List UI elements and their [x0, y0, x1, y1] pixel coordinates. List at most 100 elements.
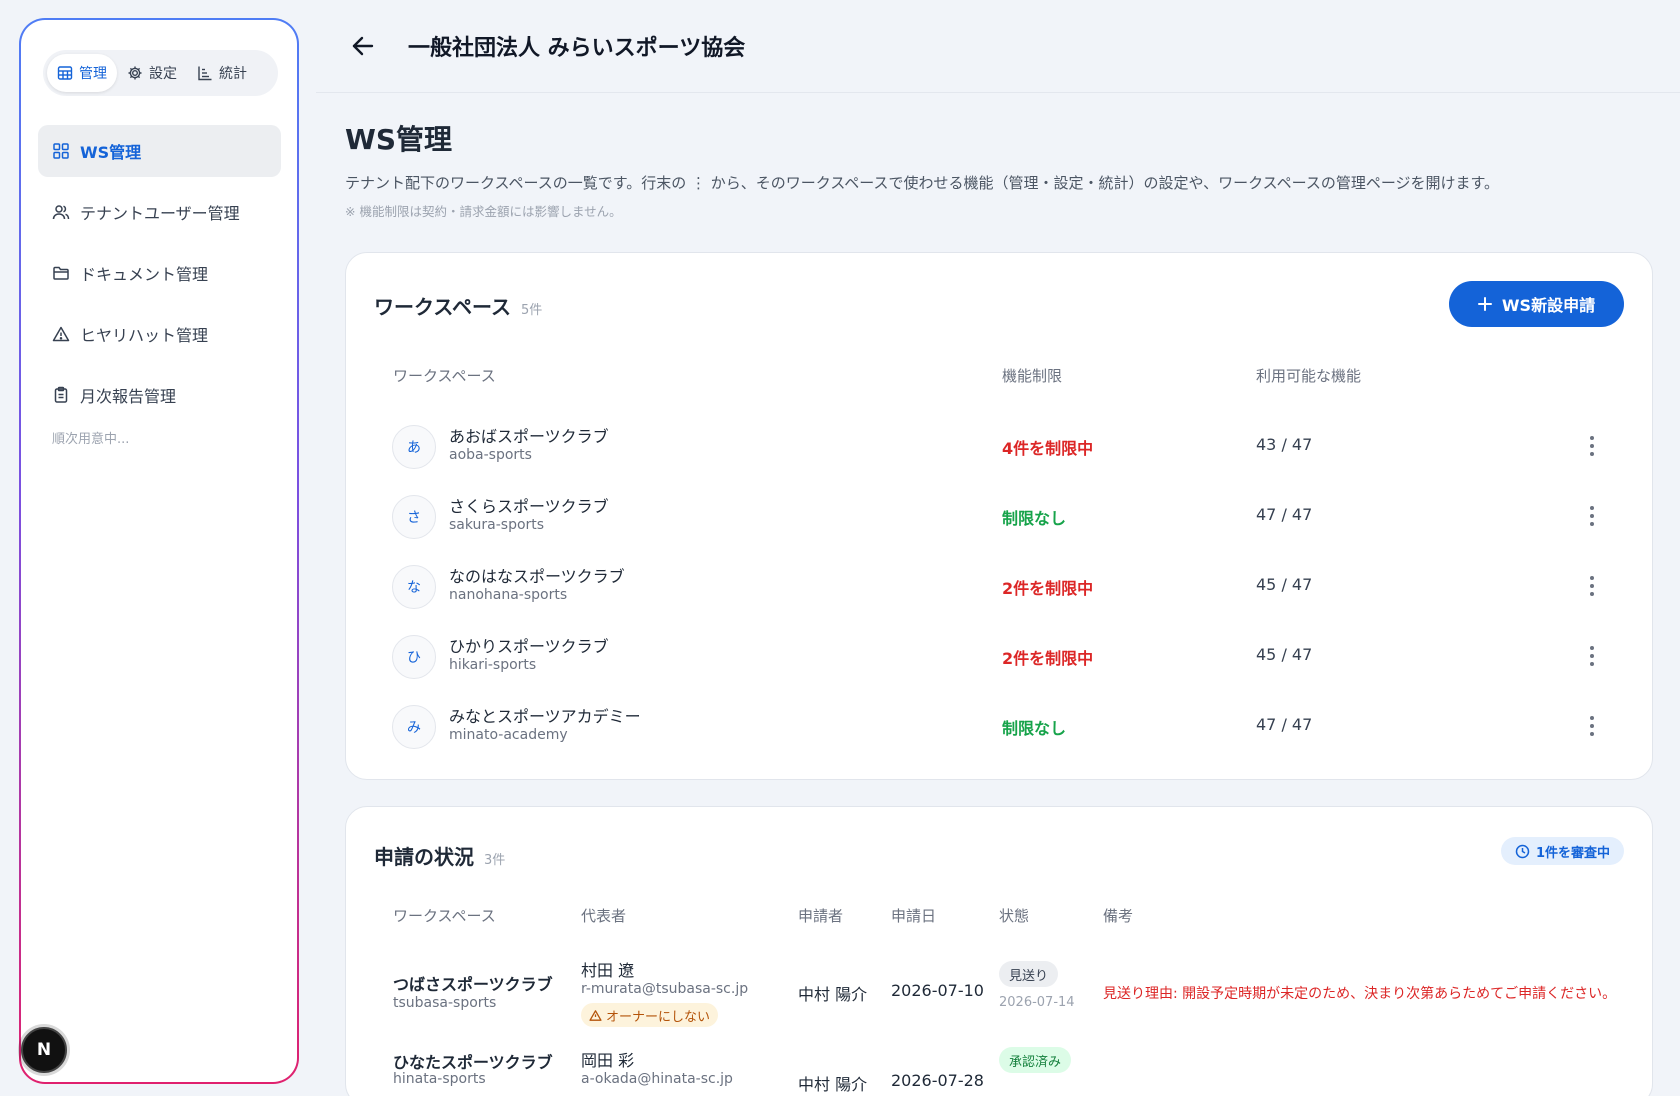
sidebar-item-incidents[interactable]: ヒヤリハット管理	[38, 308, 281, 360]
new-workspace-button[interactable]: WS新設申請	[1449, 281, 1624, 327]
workspace-slug: tsubasa-sports	[393, 995, 497, 1011]
segment-stats[interactable]: 統計	[187, 54, 257, 92]
page-title: WS管理	[345, 123, 453, 156]
sidebar-item-monthly-reports[interactable]: 月次報告管理	[38, 369, 281, 421]
users-icon	[52, 205, 70, 220]
column-header-workspace: ワークスペース	[393, 367, 496, 385]
arrow-left-icon	[352, 36, 374, 56]
table-icon	[57, 66, 73, 80]
segment-label: 設定	[149, 66, 177, 82]
sidebar-item-label: ドキュメント管理	[80, 265, 209, 284]
page-description: テナント配下のワークスペースの一覧です。行末の ⋮ から、そのワークスペースで使…	[345, 174, 1500, 192]
avatar: あ	[392, 425, 436, 469]
owner-warning-badge: オーナーにしない	[581, 1003, 719, 1027]
applications-card: 申請の状況 3件 1件を審査中 ワークスペース 代表者 申請者 申請日 状態 備…	[345, 806, 1653, 1096]
table-row[interactable]: な なのはなスポーツクラブ nanohana-sports 2件を制限中 45 …	[346, 553, 1652, 623]
workspace-name: なのはなスポーツクラブ	[449, 567, 625, 586]
mode-switcher: 管理 設定 統計	[43, 50, 278, 96]
segment-manage[interactable]: 管理	[47, 54, 117, 92]
page-header: WS管理 テナント配下のワークスペースの一覧です。行末の ⋮ から、そのワークス…	[345, 118, 1655, 220]
avatar: な	[392, 565, 436, 609]
table-row[interactable]: ひ ひかりスポーツクラブ hikari-sports 2件を制限中 45 / 4…	[346, 623, 1652, 693]
application-date: 2026-07-10	[891, 981, 984, 1000]
workspaces-card: ワークスペース 5件 WS新設申請 ワークスペース 機能制限 利用可能な機能 あ…	[345, 252, 1653, 780]
table-row[interactable]: み みなとスポーツアカデミー minato-academy 制限なし 47 / …	[346, 693, 1652, 763]
applicant-name: 中村 陽介	[798, 985, 868, 1004]
application-note: 見送り理由: 開設予定時期が未定のため、決まり次第あらためてご申請ください。	[1103, 986, 1617, 1002]
workspace-name: ひなたスポーツクラブ	[393, 1053, 553, 1072]
applications-count: 3件	[484, 853, 506, 868]
new-workspace-label: WS新設申請	[1501, 296, 1596, 315]
sidebar-item-label: テナントユーザー管理	[80, 204, 240, 223]
status-badge: 見送り	[999, 961, 1059, 987]
dev-tools-button[interactable]: N	[21, 1027, 67, 1073]
representative-name: 村田 遼	[581, 961, 635, 980]
column-header-representative: 代表者	[581, 907, 627, 925]
available-count: 43 / 47	[1256, 435, 1313, 454]
representative-email: r-murata@tsubasa-sc.jp	[581, 981, 749, 997]
pending-review-label: 1件を審査中	[1535, 845, 1610, 861]
column-header-limit: 機能制限	[1002, 367, 1063, 385]
limit-status: 2件を制限中	[1002, 649, 1094, 668]
top-bar: 一般社団法人 みらいスポーツ協会	[316, 0, 1680, 93]
applicant-name: 中村 陽介	[798, 1075, 868, 1094]
workspace-name: つばさスポーツクラブ	[393, 975, 553, 994]
workspace-name: あおばスポーツクラブ	[449, 427, 609, 446]
representative-name: 岡田 彩	[581, 1051, 635, 1070]
available-count: 45 / 47	[1256, 645, 1313, 664]
more-menu-icon[interactable]	[1582, 711, 1602, 741]
limit-status: 制限なし	[1002, 509, 1067, 528]
workspaces-title: ワークスペース	[374, 295, 511, 319]
sidebar-nav: WS管理 テナントユーザー管理 ドキュメント管理 ヒヤリハット管理 月次報告管理…	[38, 125, 281, 447]
owner-warning-label: オーナーにしない	[606, 1009, 711, 1025]
column-header-status: 状態	[999, 907, 1030, 925]
column-header-available: 利用可能な機能	[1256, 367, 1362, 385]
clock-icon	[1515, 844, 1530, 858]
table-row[interactable]: あ あおばスポーツクラブ aoba-sports 4件を制限中 43 / 47	[346, 413, 1652, 483]
workspaces-header: ワークスペース 5件	[374, 291, 542, 320]
workspace-slug: minato-academy	[449, 727, 568, 743]
gear-icon	[128, 66, 142, 80]
workspace-name: みなとスポーツアカデミー	[449, 707, 641, 726]
status-date: 2026-07-14	[999, 995, 1075, 1010]
sidebar-note: 順次用意中...	[52, 432, 130, 447]
more-menu-icon[interactable]	[1582, 501, 1602, 531]
sidebar-item-tenant-users[interactable]: テナントユーザー管理	[38, 186, 281, 238]
available-count: 45 / 47	[1256, 575, 1313, 594]
segment-settings[interactable]: 設定	[117, 54, 187, 92]
avatar: ひ	[392, 635, 436, 679]
segment-label: 統計	[219, 66, 247, 82]
workspace-slug: nanohana-sports	[449, 587, 568, 603]
column-header-applicant: 申請者	[798, 907, 844, 925]
more-menu-icon[interactable]	[1582, 431, 1602, 461]
more-menu-icon[interactable]	[1582, 571, 1602, 601]
sidebar-item-ws[interactable]: WS管理	[38, 125, 281, 177]
available-count: 47 / 47	[1256, 505, 1313, 524]
applications-header: 申請の状況 3件	[374, 841, 505, 870]
column-header-note: 備考	[1103, 907, 1134, 925]
application-date: 2026-07-28	[891, 1071, 984, 1090]
workspace-name: さくらスポーツクラブ	[449, 497, 609, 516]
segment-label: 管理	[79, 66, 107, 82]
page-note: ※ 機能制限は契約・請求金額には影響しません。	[345, 204, 622, 219]
more-menu-icon[interactable]	[1582, 641, 1602, 671]
table-row[interactable]: さ さくらスポーツクラブ sakura-sports 制限なし 47 / 47	[346, 483, 1652, 553]
limit-status: 2件を制限中	[1002, 579, 1094, 598]
chart-icon	[198, 66, 212, 81]
dev-tools-label: N	[36, 1040, 52, 1060]
limit-status: 4件を制限中	[1002, 439, 1094, 458]
grid-icon	[53, 143, 69, 159]
clipboard-icon	[54, 386, 68, 403]
workspace-name: ひかりスポーツクラブ	[449, 637, 609, 656]
avatar: み	[392, 705, 436, 749]
avatar: さ	[392, 495, 436, 539]
status-badge: 承認済み	[999, 1047, 1072, 1073]
pending-review-badge: 1件を審査中	[1500, 837, 1624, 865]
sidebar-item-documents[interactable]: ドキュメント管理	[38, 247, 281, 299]
organization-title: 一般社団法人 みらいスポーツ協会	[408, 36, 746, 61]
available-count: 47 / 47	[1256, 715, 1313, 734]
limit-status: 制限なし	[1002, 719, 1067, 738]
back-button[interactable]	[348, 31, 378, 61]
warning-icon	[52, 326, 70, 342]
workspace-slug: hinata-sports	[393, 1071, 486, 1087]
